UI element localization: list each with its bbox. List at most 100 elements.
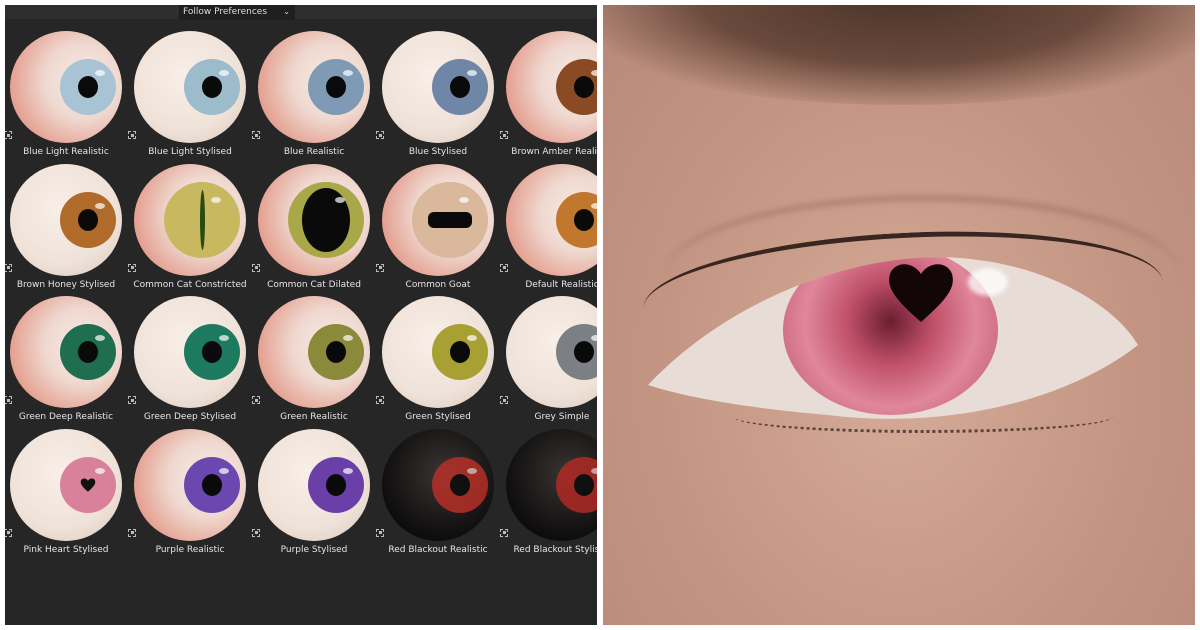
highlight bbox=[94, 202, 105, 209]
iris bbox=[60, 324, 116, 380]
preset-green-realistic[interactable]: Green Realistic bbox=[252, 288, 376, 422]
preset-blue-light-stylised[interactable]: Blue Light Stylised bbox=[128, 23, 252, 157]
select-icon[interactable] bbox=[5, 131, 12, 139]
highlight bbox=[466, 467, 477, 474]
eyeball-thumbnail bbox=[10, 296, 122, 408]
select-icon[interactable] bbox=[376, 263, 384, 272]
eye-preview-image bbox=[603, 5, 1195, 625]
pupil bbox=[202, 76, 222, 98]
pupil bbox=[574, 208, 594, 231]
eyebrow bbox=[603, 5, 1195, 105]
select-icon[interactable] bbox=[5, 396, 12, 404]
highlight bbox=[590, 467, 597, 474]
select-icon[interactable] bbox=[500, 131, 508, 139]
select-icon[interactable] bbox=[376, 528, 384, 537]
select-icon[interactable] bbox=[500, 528, 508, 537]
highlight bbox=[466, 70, 477, 77]
preset-common-cat-constricted[interactable]: Common Cat Constricted bbox=[128, 156, 252, 290]
lower-lashes bbox=[733, 400, 1113, 433]
chevron-down-icon: ⌄ bbox=[283, 7, 290, 16]
preset-brown-amber-realistic[interactable]: Brown Amber Realistic bbox=[500, 23, 597, 157]
preset-blue-stylised[interactable]: Blue Stylised bbox=[376, 23, 500, 157]
pupil bbox=[200, 189, 205, 250]
highlight bbox=[94, 70, 105, 77]
eyeball-thumbnail bbox=[258, 163, 370, 276]
preset-common-cat-dilated[interactable]: Common Cat Dilated bbox=[252, 156, 376, 290]
eyeball-thumbnail bbox=[134, 163, 246, 276]
preset-red-blackout-stylised[interactable]: Red Blackout Stylised bbox=[500, 421, 597, 555]
preset-green-deep-realistic[interactable]: Green Deep Realistic bbox=[5, 288, 128, 422]
dropdown-label: Follow Preferences bbox=[183, 7, 268, 17]
heart-pupil-icon bbox=[886, 260, 956, 325]
preset-label: Pink Heart Stylised bbox=[23, 544, 109, 555]
select-icon[interactable] bbox=[376, 396, 384, 404]
select-icon[interactable] bbox=[5, 528, 12, 537]
pupil bbox=[574, 341, 594, 363]
pupil bbox=[574, 473, 594, 496]
eyeball-thumbnail bbox=[258, 31, 370, 143]
preset-pink-heart-stylised[interactable]: Pink Heart Stylised bbox=[5, 421, 128, 555]
select-icon[interactable] bbox=[500, 396, 508, 404]
preset-label: Purple Stylised bbox=[280, 544, 348, 555]
highlight bbox=[342, 467, 353, 474]
iris bbox=[184, 59, 240, 115]
pupil bbox=[202, 473, 222, 496]
preset-purple-realistic[interactable]: Purple Realistic bbox=[128, 421, 252, 555]
eyeball-thumbnail bbox=[506, 296, 597, 408]
preset-red-blackout-realistic[interactable]: Red Blackout Realistic bbox=[376, 421, 500, 555]
iris bbox=[556, 324, 597, 380]
select-icon[interactable] bbox=[252, 263, 260, 272]
iris bbox=[556, 59, 597, 115]
select-icon[interactable] bbox=[128, 528, 136, 537]
preset-label: Purple Realistic bbox=[155, 544, 225, 555]
preset-blue-light-realistic[interactable]: Blue Light Realistic bbox=[5, 23, 128, 157]
eyeball-thumbnail bbox=[10, 163, 122, 276]
iris bbox=[556, 456, 597, 513]
pupil bbox=[450, 473, 470, 496]
eye-preset-panel: Follow Preferences ⌄ Blue Light Realisti… bbox=[5, 5, 597, 625]
select-icon[interactable] bbox=[128, 263, 136, 272]
panel-toolbar: Follow Preferences ⌄ bbox=[5, 5, 597, 20]
iris bbox=[288, 181, 364, 258]
select-icon[interactable] bbox=[376, 131, 384, 139]
eyeball-thumbnail bbox=[506, 163, 597, 276]
preset-green-stylised[interactable]: Green Stylised bbox=[376, 288, 500, 422]
select-icon[interactable] bbox=[128, 396, 136, 404]
preset-brown-honey-stylised[interactable]: Brown Honey Stylised bbox=[5, 156, 128, 290]
iris bbox=[432, 456, 488, 513]
select-icon[interactable] bbox=[5, 263, 12, 272]
preset-green-deep-stylised[interactable]: Green Deep Stylised bbox=[128, 288, 252, 422]
pupil bbox=[78, 76, 98, 98]
pupil bbox=[574, 76, 594, 98]
eyeball-thumbnail bbox=[134, 31, 246, 143]
preset-blue-realistic[interactable]: Blue Realistic bbox=[252, 23, 376, 157]
eyeball-thumbnail bbox=[134, 428, 246, 541]
preset-purple-stylised[interactable]: Purple Stylised bbox=[252, 421, 376, 555]
eyeball-thumbnail bbox=[382, 31, 494, 143]
eyeball-thumbnail bbox=[382, 163, 494, 276]
iris bbox=[184, 324, 240, 380]
select-icon[interactable] bbox=[252, 131, 260, 139]
highlight bbox=[590, 70, 597, 77]
pupil bbox=[326, 473, 346, 496]
highlight bbox=[211, 196, 222, 203]
preset-common-goat[interactable]: Common Goat bbox=[376, 156, 500, 290]
iris bbox=[432, 59, 488, 115]
select-icon[interactable] bbox=[500, 263, 508, 272]
eye-highlight bbox=[968, 268, 1008, 296]
highlight bbox=[335, 196, 346, 203]
iris bbox=[432, 324, 488, 380]
eyeball-thumbnail bbox=[506, 428, 597, 541]
select-icon[interactable] bbox=[128, 131, 136, 139]
pupil bbox=[326, 341, 346, 363]
pupil bbox=[80, 477, 96, 493]
highlight bbox=[590, 202, 597, 209]
eyeball-thumbnail bbox=[10, 428, 122, 541]
select-icon[interactable] bbox=[252, 528, 260, 537]
iris bbox=[60, 456, 116, 513]
select-icon[interactable] bbox=[252, 396, 260, 404]
preset-grey-simple[interactable]: Grey Simple bbox=[500, 288, 597, 422]
preset-label: Red Blackout Realistic bbox=[388, 544, 488, 555]
preset-default-realistic[interactable]: Default Realistic bbox=[500, 156, 597, 290]
preferences-dropdown[interactable]: Follow Preferences ⌄ bbox=[179, 5, 295, 20]
